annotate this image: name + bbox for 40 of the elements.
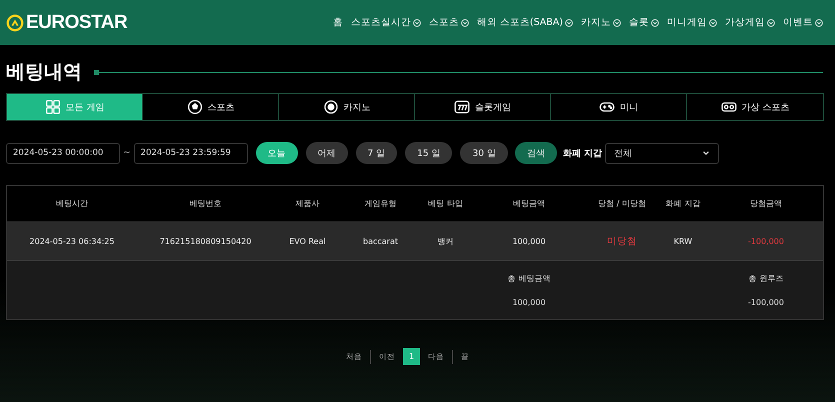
logo-icon (6, 14, 24, 32)
chip-icon (322, 99, 338, 115)
date-range-button[interactable]: 15 일 (405, 142, 452, 164)
summary-value: -100,000 (748, 298, 784, 307)
nav-link[interactable]: 스포츠실시간 (350, 16, 421, 29)
table-cell-text: EVO Real (288, 236, 327, 248)
table-cell-text: 2024-05-23 06:34:25 (28, 236, 116, 248)
table-cell-text: KRW (672, 236, 694, 248)
wallet-select[interactable]: 전체 (604, 142, 719, 164)
summary-label: 총 윈루즈 (748, 273, 784, 284)
wallet-label: 화폐 지갑 (562, 148, 602, 160)
logo-text[interactable]: EUROSTAR (26, 12, 128, 34)
nav-link[interactable]: 미니게임 (667, 16, 717, 29)
date-range-button[interactable]: 7 일 (356, 142, 398, 164)
caret-icon (702, 149, 710, 157)
table-cell-text: 뱅커 (436, 236, 454, 248)
nav-link[interactable]: 해외 스포츠(SABA) (476, 16, 573, 29)
nav-link[interactable]: 홈 (332, 16, 343, 29)
summary-label: 총 베팅금액 (508, 273, 550, 284)
search-button[interactable]: 검색 (514, 142, 557, 164)
date-range-button[interactable]: 30 일 (460, 142, 508, 164)
table-cell-text: -100,000 (747, 236, 785, 248)
range-separator: ~ (123, 148, 131, 158)
nav-link[interactable]: 스포츠 (428, 16, 469, 29)
nav-link[interactable]: 이벤트 (783, 16, 823, 29)
table-cell-text: 716215180809150420 (158, 236, 252, 248)
table-cell-text: baccarat (362, 236, 399, 248)
date-range-button[interactable]: 어제 (306, 142, 348, 164)
nav-link[interactable]: 가상게임 (725, 16, 775, 29)
table-cell-text: 100,000 (511, 236, 547, 248)
soccer-ball-icon (186, 99, 202, 115)
date-from-field[interactable]: 2024-05-23 00:00:00 (6, 142, 120, 164)
nav-link[interactable]: 슬롯 (629, 16, 659, 29)
date-to-field[interactable]: 2024-05-23 23:59:59 (134, 142, 248, 164)
nav-link[interactable]: 카지노 (581, 16, 621, 29)
summary-value: 100,000 (512, 298, 546, 307)
table-cell-text: 미당첨 (606, 234, 638, 248)
slot-machine-icon (454, 99, 470, 115)
grid-icon (44, 99, 61, 115)
page-title: 베팅내역 (6, 60, 82, 85)
